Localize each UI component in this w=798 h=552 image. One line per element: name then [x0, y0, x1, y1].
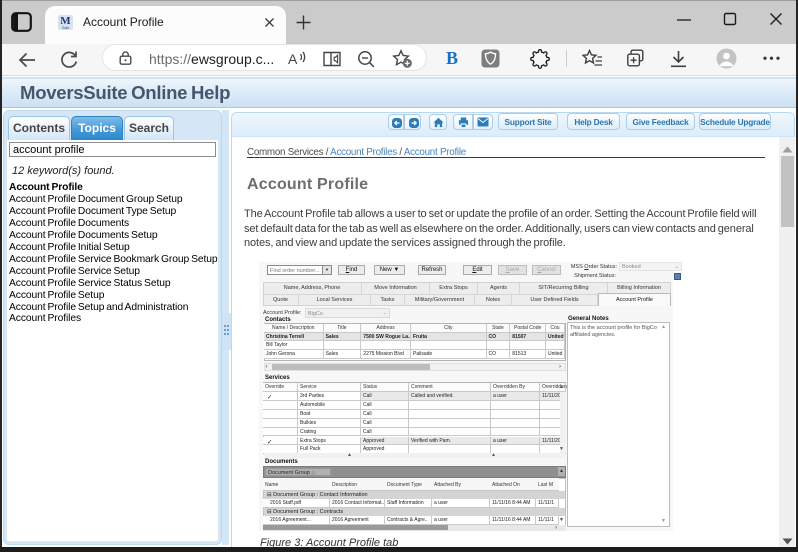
svg-text:A: A	[288, 51, 298, 67]
